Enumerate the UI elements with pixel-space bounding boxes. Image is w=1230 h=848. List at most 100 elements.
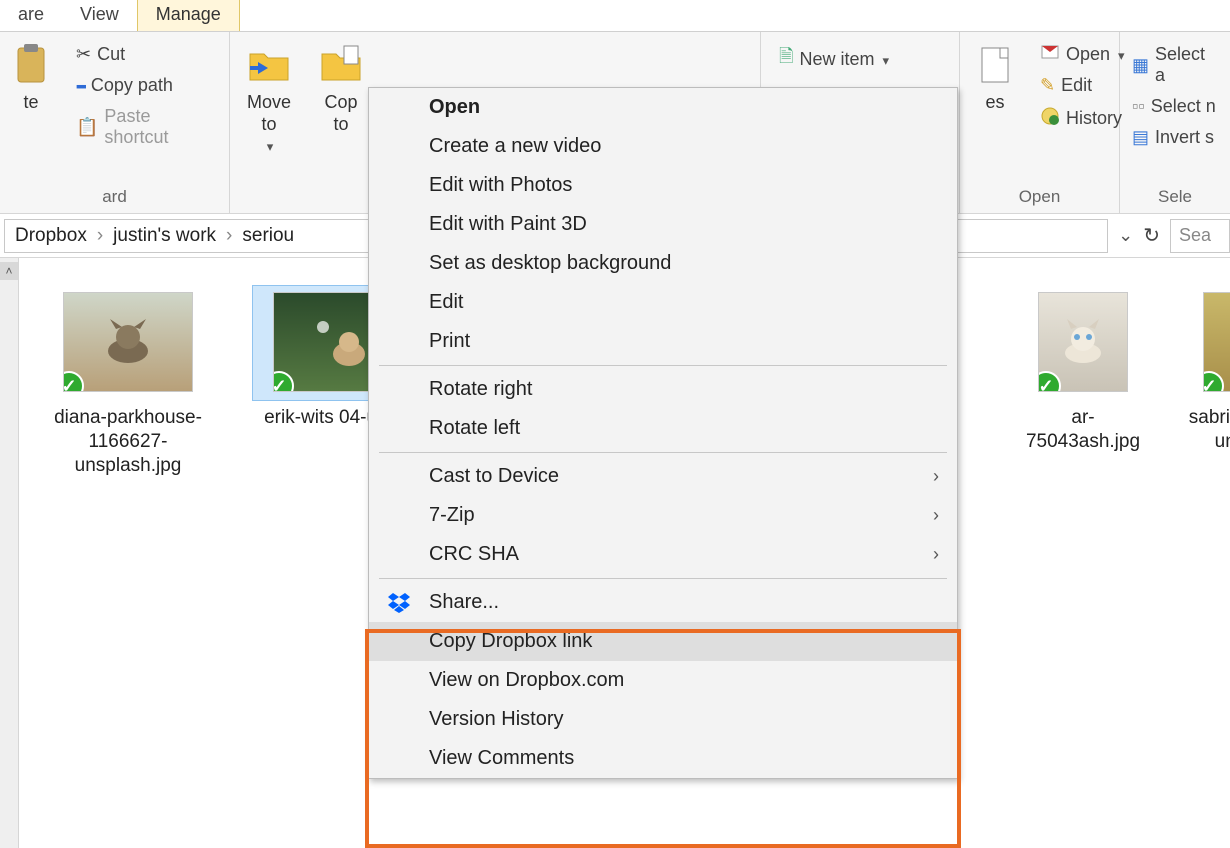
menu-edit-paint3d[interactable]: Edit with Paint 3D [369,205,957,244]
menu-separator [379,578,947,579]
scissors-icon: ✂ [76,44,91,65]
file-name: sabri-tuzcu-21360-unsplash.jpg [1183,406,1230,454]
tab-manage[interactable]: Manage [137,0,240,31]
paste-button[interactable]: te [0,38,62,118]
invert-icon: ▤ [1132,127,1149,148]
move-to-icon [246,42,292,88]
chevron-right-icon: › [91,225,109,247]
shortcut-icon: 📋 [76,117,98,138]
select-all-icon: ▦ [1132,55,1149,76]
menu-share-label: Share... [429,591,499,614]
group-label-select: Sele [1128,185,1222,211]
menu-rotate-left[interactable]: Rotate left [369,409,957,448]
properties-button[interactable]: es [964,38,1026,118]
file-item[interactable]: ✓ diana-parkhouse-1166627-unsplash.jpg [43,286,213,477]
new-item-button[interactable]: 🗎 New item [775,42,893,76]
copy-to-button[interactable]: Cop to [310,38,372,139]
history-button[interactable]: History [1036,104,1129,133]
new-item-label: New item [799,49,874,70]
paste-label: te [23,92,38,114]
menu-open[interactable]: Open [369,88,957,127]
select-all-label: Select a [1155,44,1218,86]
cut-label: Cut [97,44,125,65]
menu-crc-sha[interactable]: CRC SHA › [369,535,957,574]
new-item-icon: 🗎 [779,44,793,74]
copy-path-button[interactable]: ▪▪▪ Copy path [72,73,221,98]
menu-cast[interactable]: Cast to Device › [369,457,957,496]
menu-set-bg-label: Set as desktop background [429,252,671,275]
menu-crc-label: CRC SHA [429,543,519,566]
menu-cast-label: Cast to Device [429,465,559,488]
menu-7zip[interactable]: 7-Zip › [369,496,957,535]
menu-edit[interactable]: Edit [369,283,957,322]
sync-ok-icon: ✓ [63,371,84,392]
move-to-button[interactable]: Move to [238,38,300,161]
menu-rotate-left-label: Rotate left [429,417,520,440]
address-dropdown-button[interactable]: ⌄ [1118,225,1133,246]
menu-view-on-dropbox[interactable]: View on Dropbox.com [369,661,957,700]
open-label: Open [1066,44,1110,65]
sync-ok-icon: ✓ [1038,371,1061,392]
tab-view[interactable]: View [62,0,137,31]
scroll-up-icon[interactable]: ˄ [0,262,18,280]
menu-create-video-label: Create a new video [429,135,601,158]
chevron-right-icon: › [933,544,939,565]
sync-ok-icon: ✓ [1203,371,1224,392]
menu-copy-dropbox-link[interactable]: Copy Dropbox link [369,622,957,661]
menu-print-label: Print [429,330,470,353]
crumb-folder-2[interactable]: seriou [238,225,298,247]
open-icon [1040,44,1060,65]
file-item[interactable]: ✓ ar-75043ash.jpg [1023,286,1143,454]
menu-create-video[interactable]: Create a new video [369,127,957,166]
menu-rotate-right[interactable]: Rotate right [369,370,957,409]
ribbon-tabs: are View Manage [0,0,1230,32]
open-button[interactable]: Open [1036,42,1129,67]
menu-print[interactable]: Print [369,322,957,361]
copy-to-label: Cop to [324,92,357,135]
menu-set-background[interactable]: Set as desktop background [369,244,957,283]
menu-edit-photos[interactable]: Edit with Photos [369,166,957,205]
crumb-folder-1[interactable]: justin's work [109,225,220,247]
clipboard-icon [8,42,54,88]
history-icon [1040,106,1060,131]
chevron-down-icon [265,135,274,157]
history-label: History [1066,108,1122,129]
search-input[interactable]: Sea [1170,219,1230,253]
chevron-right-icon: › [933,466,939,487]
file-thumbnail: ✓ [1203,292,1230,392]
group-label-clipboard: ard [8,185,221,211]
edit-button[interactable]: ✎ Edit [1036,73,1129,98]
select-all-button[interactable]: ▦ Select a [1128,42,1222,88]
menu-view-comments[interactable]: View Comments [369,739,957,778]
file-name: ar-75043ash.jpg [1023,406,1143,454]
search-placeholder: Sea [1179,225,1211,246]
paste-shortcut-button[interactable]: 📋 Paste shortcut [72,104,221,150]
refresh-button[interactable]: ↻ [1143,223,1160,248]
file-name: diana-parkhouse-1166627-unsplash.jpg [43,406,213,477]
chevron-right-icon: › [220,225,238,247]
edit-icon: ✎ [1040,75,1055,96]
menu-separator [379,452,947,453]
menu-version-history[interactable]: Version History [369,700,957,739]
crumb-dropbox[interactable]: Dropbox [11,225,91,247]
invert-selection-button[interactable]: ▤ Invert s [1128,125,1222,150]
edit-label: Edit [1061,75,1092,96]
sync-ok-icon: ✓ [273,371,294,392]
cut-button[interactable]: ✂ Cut [72,42,221,67]
menu-view-comments-label: View Comments [429,747,574,770]
menu-dropbox-share[interactable]: Share... [369,583,957,622]
menu-open-label: Open [429,96,480,119]
file-thumbnail: ✓ [1038,292,1128,392]
group-label-open: Open [968,185,1111,211]
invert-label: Invert s [1155,127,1214,148]
menu-7zip-label: 7-Zip [429,504,475,527]
context-menu: Open Create a new video Edit with Photos… [368,87,958,779]
select-none-icon: ▫▫ [1132,96,1145,117]
properties-es: es [985,92,1004,114]
tab-share[interactable]: are [0,0,62,31]
select-none-button[interactable]: ▫▫ Select n [1128,94,1222,119]
menu-edit-photos-label: Edit with Photos [429,174,572,197]
nav-pane-scrollbar[interactable]: ˄ [0,258,19,848]
chevron-right-icon: › [933,505,939,526]
file-item[interactable]: ✓ sabri-tuzcu-21360-unsplash.jpg [1183,286,1230,454]
